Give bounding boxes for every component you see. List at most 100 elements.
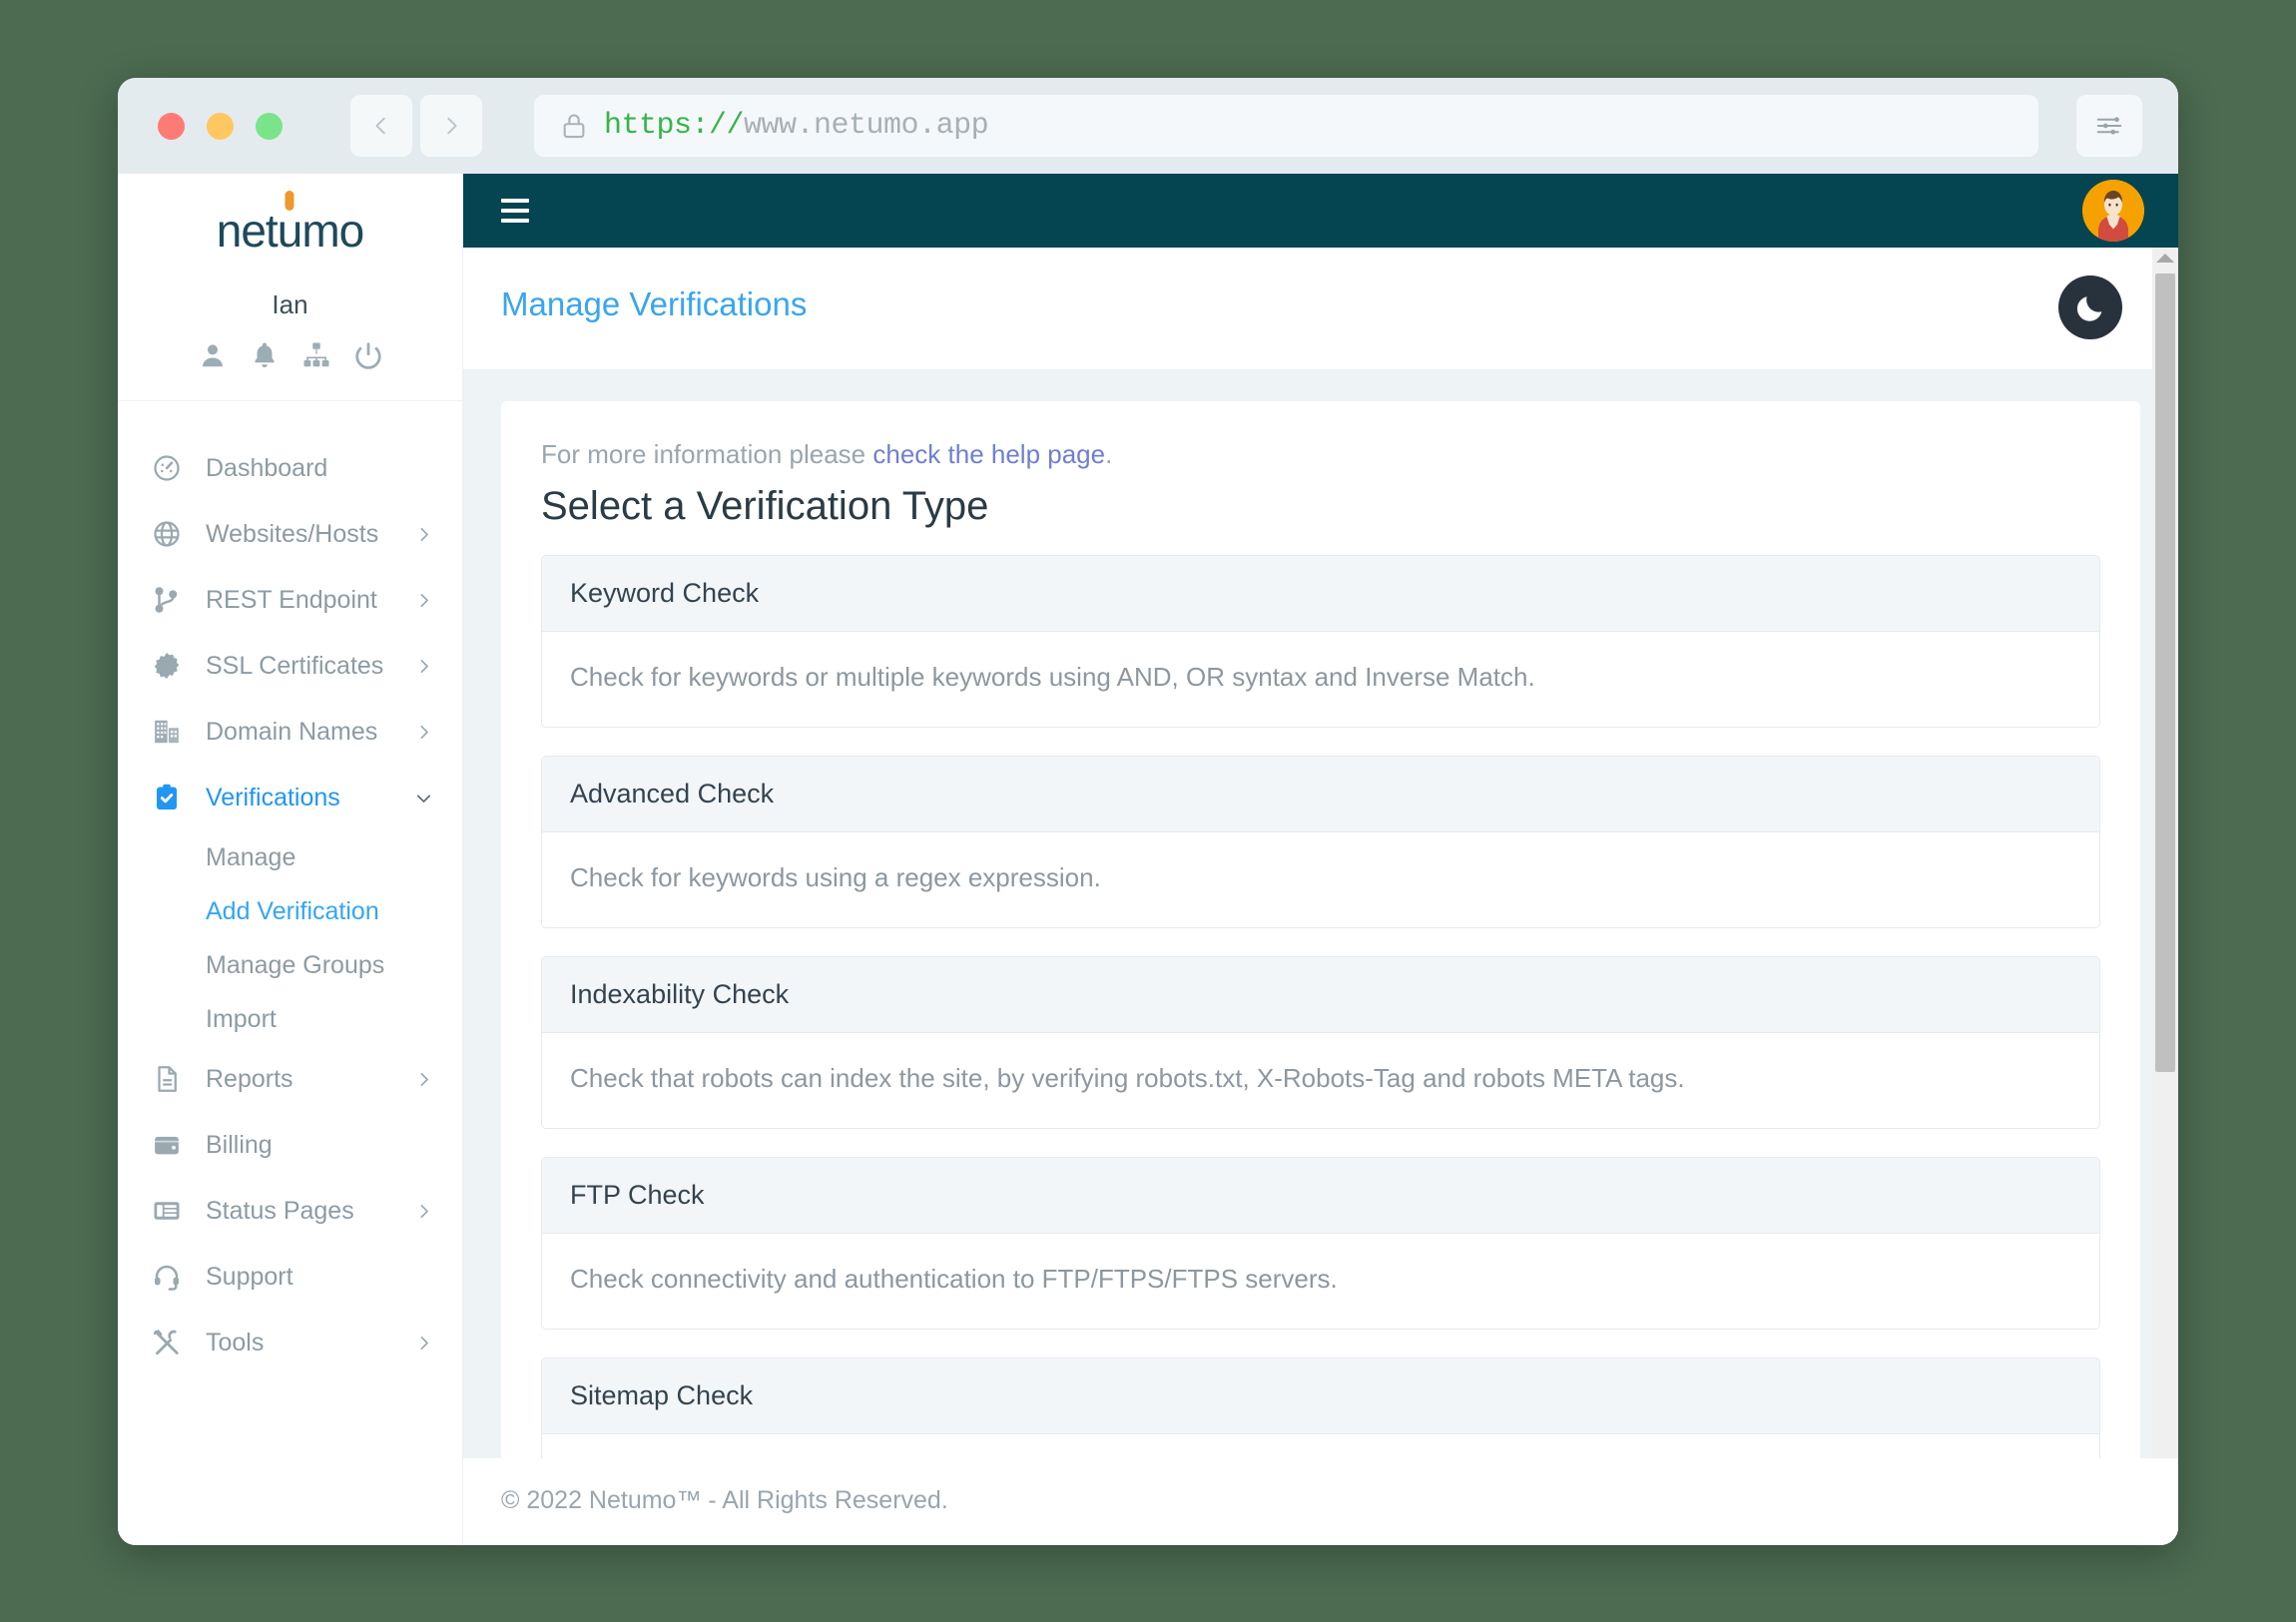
sidebar-item-label: REST Endpoint <box>206 585 377 614</box>
power-icon[interactable] <box>353 340 383 370</box>
forward-button[interactable] <box>420 95 482 157</box>
sidebar-item-reports[interactable]: Reports <box>118 1046 462 1112</box>
sliders-icon <box>2096 117 2122 135</box>
dashboard-icon <box>148 453 186 483</box>
sidebar-item-label: Domain Names <box>206 717 378 746</box>
verification-type-card[interactable]: Indexability Check Check that robots can… <box>541 956 2100 1129</box>
sidebar-subitem-add-verification[interactable]: Add Verification <box>118 884 462 938</box>
verification-type-card[interactable]: Sitemap Check <box>541 1357 2100 1458</box>
vertical-scrollbar[interactable] <box>2152 248 2178 1458</box>
card-title[interactable]: FTP Check <box>542 1158 2099 1234</box>
help-line: For more information please check the he… <box>541 439 2100 470</box>
logo-text: net u mo <box>216 205 364 257</box>
globe-icon <box>148 519 186 549</box>
help-page-link[interactable]: check the help page <box>872 439 1105 469</box>
sidebar-subitem-import[interactable]: Import <box>118 992 462 1046</box>
scroll-up-arrow-icon[interactable] <box>2156 254 2174 263</box>
wallet-icon <box>148 1130 186 1160</box>
chevron-right-icon <box>415 1071 432 1088</box>
sidebar-item-dashboard[interactable]: Dashboard <box>118 435 462 501</box>
content-body: For more information please check the he… <box>463 369 2178 1458</box>
chevron-right-icon <box>415 592 432 609</box>
sidebar-item-support[interactable]: Support <box>118 1244 462 1310</box>
sidebar-subitem-manage-groups[interactable]: Manage Groups <box>118 938 462 992</box>
sidebar-nav: Dashboard Websites/Hosts REST Endpoint S… <box>118 401 462 1545</box>
sitemap-icon[interactable] <box>301 340 331 370</box>
sidebar-item-label: Reports <box>206 1064 293 1093</box>
headset-icon <box>148 1262 186 1292</box>
back-button[interactable] <box>350 95 412 157</box>
content-scroll-region: Manage Verifications For more informatio… <box>463 248 2178 1458</box>
user-action-icons <box>118 340 462 370</box>
help-prefix: For more information please <box>541 439 873 469</box>
logo-part3: mo <box>301 205 364 257</box>
profile-icon[interactable] <box>198 340 228 370</box>
clipboard-check-icon <box>148 783 186 812</box>
bell-icon[interactable] <box>250 340 280 370</box>
card-description <box>542 1434 2099 1458</box>
chevron-right-icon <box>415 526 432 543</box>
browser-toolbar: https://www.netumo.app <box>118 78 2178 174</box>
card-description: Check for keywords or multiple keywords … <box>542 632 2099 727</box>
certificate-icon <box>148 651 186 681</box>
sidebar-item-label: SSL Certificates <box>206 651 384 680</box>
sidebar-item-label: Verifications <box>206 783 340 811</box>
sidebar-item-domain-names[interactable]: Domain Names <box>118 699 462 765</box>
window-controls <box>158 112 283 140</box>
sidebar-item-label: Billing <box>206 1130 273 1159</box>
sidebar-item-label: Tools <box>206 1328 265 1356</box>
card-title[interactable]: Sitemap Check <box>542 1358 2099 1434</box>
status-page-icon <box>148 1196 186 1226</box>
minimize-window-button[interactable] <box>207 112 234 140</box>
logo-part1: net <box>216 205 279 257</box>
maximize-window-button[interactable] <box>256 112 283 140</box>
sidebar-subitem-manage[interactable]: Manage <box>118 830 462 884</box>
hamburger-icon[interactable] <box>501 199 529 223</box>
user-avatar[interactable] <box>2082 180 2144 242</box>
sidebar-item-verifications[interactable]: Verifications <box>118 765 462 830</box>
card-title[interactable]: Keyword Check <box>542 556 2099 632</box>
browser-nav-buttons <box>350 95 482 157</box>
close-window-button[interactable] <box>158 112 185 140</box>
card-title[interactable]: Advanced Check <box>542 757 2099 832</box>
card-description: Check that robots can index the site, by… <box>542 1033 2099 1128</box>
verification-type-card[interactable]: Advanced Check Check for keywords using … <box>541 756 2100 928</box>
browser-settings-button[interactable] <box>2076 95 2142 157</box>
avatar-illustration <box>2082 180 2144 242</box>
building-icon <box>148 717 186 747</box>
verification-type-card[interactable]: Keyword Check Check for keywords or mult… <box>541 555 2100 728</box>
sidebar-item-label: Status Pages <box>206 1196 354 1225</box>
top-navbar <box>463 174 2178 248</box>
sidebar-item-websites-hosts[interactable]: Websites/Hosts <box>118 501 462 567</box>
branch-icon <box>148 585 186 615</box>
card-title[interactable]: Indexability Check <box>542 957 2099 1033</box>
lock-icon <box>560 110 588 142</box>
sidebar-item-label: Support <box>206 1262 293 1291</box>
sidebar-item-label: Dashboard <box>206 453 328 482</box>
url-bar[interactable]: https://www.netumo.app <box>534 95 2038 157</box>
page-title: Select a Verification Type <box>541 484 989 528</box>
url-host: www.netumo.app <box>744 109 989 143</box>
sidebar-item-billing[interactable]: Billing <box>118 1112 462 1178</box>
chevron-right-icon <box>415 658 432 675</box>
sidebar-item-tools[interactable]: Tools <box>118 1310 462 1375</box>
verification-type-panel: For more information please check the he… <box>501 401 2140 1458</box>
chevron-left-icon <box>375 117 385 135</box>
sidebar-subitem-label: Manage Groups <box>206 950 385 979</box>
verification-type-card[interactable]: FTP Check Check connectivity and authent… <box>541 1157 2100 1330</box>
sidebar-subitem-label: Manage <box>206 842 296 871</box>
dark-mode-toggle[interactable] <box>2058 275 2122 339</box>
scrollbar-thumb[interactable] <box>2155 273 2175 1072</box>
brand-logo[interactable]: net u mo <box>118 174 462 254</box>
sidebar-item-rest-endpoint[interactable]: REST Endpoint <box>118 567 462 633</box>
breadcrumb[interactable]: Manage Verifications <box>501 285 807 323</box>
card-description: Check connectivity and authentication to… <box>542 1234 2099 1329</box>
sidebar-item-status-pages[interactable]: Status Pages <box>118 1178 462 1244</box>
page-header: Manage Verifications <box>463 248 2178 369</box>
chevron-right-icon <box>415 724 432 741</box>
footer: © 2022 Netumo™ - All Rights Reserved. <box>463 1458 2178 1545</box>
document-icon <box>148 1064 186 1094</box>
user-name: Ian <box>272 289 308 319</box>
sidebar-item-ssl-certificates[interactable]: SSL Certificates <box>118 633 462 699</box>
chevron-down-icon <box>415 790 432 807</box>
